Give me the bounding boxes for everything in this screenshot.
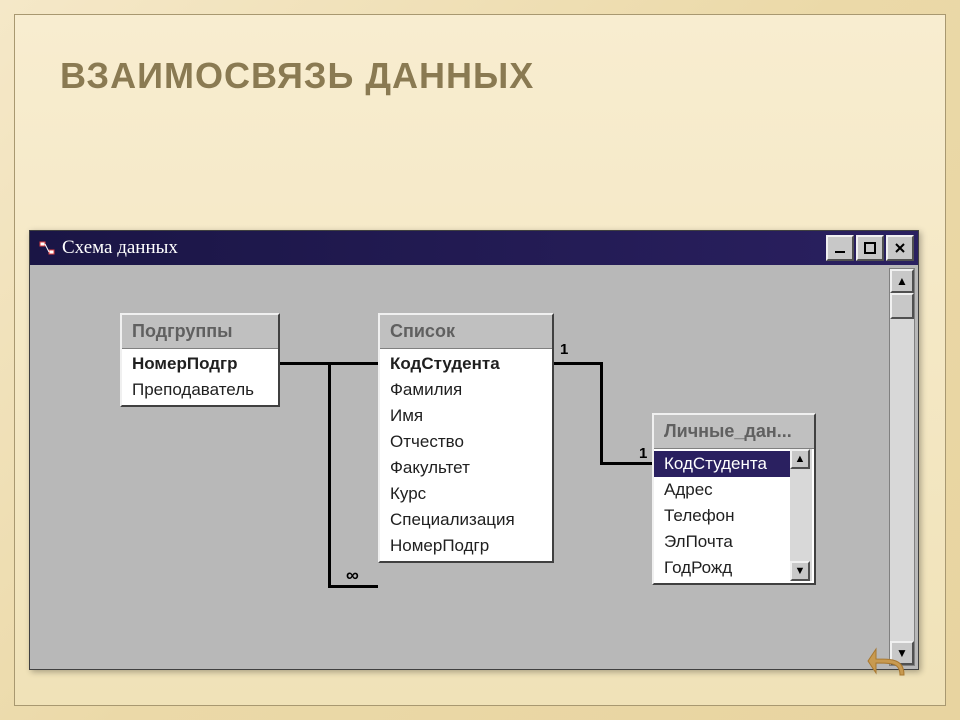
field-row[interactable]: Адрес xyxy=(654,477,790,503)
field-row[interactable]: НомерПодгр xyxy=(380,533,552,559)
cardinality-label: 1 xyxy=(639,445,647,462)
field-row[interactable]: Фамилия xyxy=(380,377,552,403)
slide-title: ВЗАИМОСВЯЗЬ ДАННЫХ xyxy=(15,15,945,97)
table-podgruppy[interactable]: Подгруппы НомерПодгр Преподаватель xyxy=(120,313,280,407)
cardinality-label: ∞ xyxy=(346,565,359,586)
scroll-down-icon[interactable]: ▼ xyxy=(790,561,810,581)
table-scrollbar[interactable]: ▲ ▼ xyxy=(790,449,812,581)
field-list: НомерПодгр Преподаватель xyxy=(122,349,278,405)
cardinality-label: 1 xyxy=(560,341,568,358)
relation-line xyxy=(553,362,603,365)
maximize-button[interactable] xyxy=(856,235,884,261)
minimize-button[interactable] xyxy=(826,235,854,261)
field-row[interactable]: Преподаватель xyxy=(122,377,278,403)
table-header: Личные_дан... xyxy=(654,415,814,449)
vertical-scrollbar[interactable]: ▲ ▼ xyxy=(889,268,915,666)
field-row[interactable]: Курс xyxy=(380,481,552,507)
relation-line xyxy=(328,362,331,585)
field-row[interactable]: КодСтудента xyxy=(380,351,552,377)
field-row[interactable]: ЭлПочта xyxy=(654,529,790,555)
field-list: КодСтудента Фамилия Имя Отчество Факульт… xyxy=(380,349,552,561)
table-header: Подгруппы xyxy=(122,315,278,349)
scroll-thumb[interactable] xyxy=(890,293,914,319)
close-button[interactable] xyxy=(886,235,914,261)
relation-line xyxy=(600,362,603,462)
field-row[interactable]: Имя xyxy=(380,403,552,429)
return-icon[interactable] xyxy=(864,639,910,685)
field-row[interactable]: НомерПодгр xyxy=(122,351,278,377)
table-lichnye[interactable]: Личные_дан... КодСтудента Адрес Телефон … xyxy=(652,413,816,585)
field-row[interactable]: Специализация xyxy=(380,507,552,533)
relation-line xyxy=(600,462,653,465)
relationships-icon xyxy=(38,239,56,257)
window-title: Схема данных xyxy=(62,237,826,259)
window-titlebar[interactable]: Схема данных xyxy=(30,231,918,265)
field-row[interactable]: Телефон xyxy=(654,503,790,529)
field-row[interactable]: Факультет xyxy=(380,455,552,481)
field-row[interactable]: КодСтудента xyxy=(654,451,790,477)
table-header: Список xyxy=(380,315,552,349)
field-row[interactable]: Отчество xyxy=(380,429,552,455)
field-row[interactable]: ГодРожд xyxy=(654,555,790,581)
table-spisok[interactable]: Список КодСтудента Фамилия Имя Отчество … xyxy=(378,313,554,563)
relationships-window: Схема данных 1 ∞ xyxy=(29,230,919,670)
relationships-canvas[interactable]: 1 ∞ 1 1 Подгруппы НомерПодгр Преподавате… xyxy=(30,265,918,669)
slide-frame: ВЗАИМОСВЯЗЬ ДАННЫХ Схема данных xyxy=(14,14,946,706)
scroll-up-icon[interactable]: ▲ xyxy=(890,269,914,293)
window-controls xyxy=(826,235,914,261)
scroll-up-icon[interactable]: ▲ xyxy=(790,449,810,469)
